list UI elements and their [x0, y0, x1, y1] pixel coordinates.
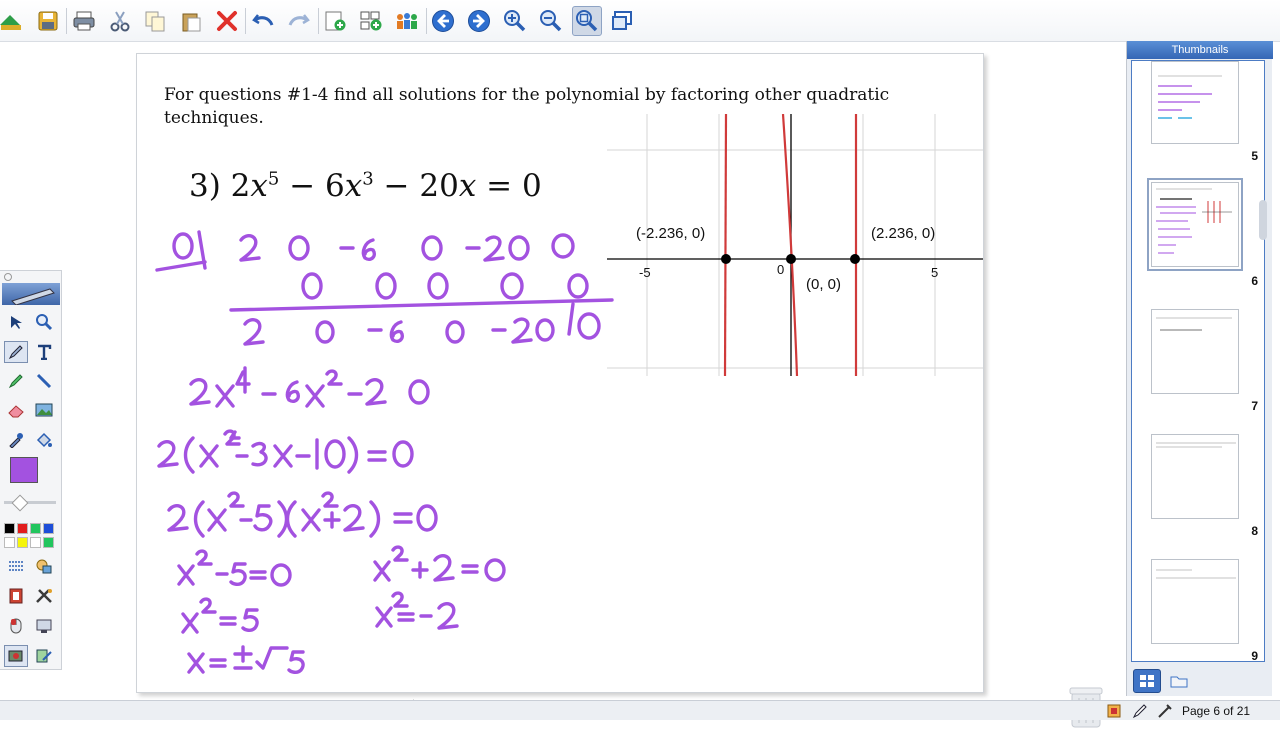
status-bar: Page 6 of 21	[0, 700, 1280, 720]
handwriting-ink	[155, 230, 614, 674]
pen-preview-icon	[2, 283, 60, 306]
thumbnail-number: 7	[1251, 399, 1258, 413]
text-tool-icon[interactable]	[32, 341, 56, 363]
color-palette[interactable]	[4, 523, 58, 551]
capture-tool-icon[interactable]	[4, 645, 28, 667]
pen-tool-icon[interactable]	[4, 341, 28, 363]
copy-icon[interactable]	[140, 6, 170, 36]
record-status-icon[interactable]	[1107, 704, 1121, 723]
undo-icon[interactable]	[248, 6, 278, 36]
add-slide-icon[interactable]	[356, 6, 386, 36]
thumbnail-page-8[interactable]	[1151, 434, 1239, 519]
screen-shade-icon[interactable]	[32, 615, 56, 637]
file-browser-tab-icon[interactable]	[1165, 669, 1193, 693]
highlighter-tool-icon[interactable]	[4, 370, 28, 392]
zoom-fit-icon[interactable]	[572, 6, 602, 36]
fill-tool-icon[interactable]	[32, 429, 56, 451]
tools-status-icon[interactable]	[1157, 703, 1173, 724]
attachment-tool-icon[interactable]	[32, 645, 56, 667]
color-swatch[interactable]	[43, 523, 54, 534]
current-color-swatch[interactable]	[10, 457, 38, 483]
tools-palette	[0, 270, 62, 670]
image-tool-icon[interactable]	[32, 399, 56, 421]
thumbnail-number: 8	[1251, 524, 1258, 538]
color-swatch[interactable]	[17, 537, 28, 548]
eyedropper-tool-icon[interactable]	[4, 429, 28, 451]
mouse-tool-icon[interactable]	[4, 615, 28, 637]
forward-icon[interactable]	[464, 6, 494, 36]
thumbnails-list[interactable]: 5 6 7 8 9	[1131, 60, 1265, 662]
delete-icon[interactable]	[212, 6, 242, 36]
notebook-page[interactable]: For questions #1-4 find all solutions fo…	[136, 53, 984, 693]
record-tool-icon[interactable]	[4, 585, 28, 607]
select-arrow-icon[interactable]	[4, 311, 28, 333]
thumbnail-page-5[interactable]	[1151, 61, 1239, 144]
thumbnails-panel: Thumbnails 5 6 7 8 9	[1126, 41, 1273, 696]
magnifier-tool-icon[interactable]	[32, 311, 56, 333]
pen-status-icon[interactable]	[1132, 703, 1148, 724]
color-swatch[interactable]	[43, 537, 54, 548]
palette-close-icon[interactable]	[4, 273, 12, 281]
color-swatch[interactable]	[4, 537, 15, 548]
thumbnail-number: 6	[1251, 274, 1258, 288]
thumbnail-page-7[interactable]	[1151, 309, 1239, 394]
thumbnails-header: Thumbnails	[1127, 41, 1273, 59]
thumbnail-scrollbar[interactable]	[1259, 200, 1267, 240]
add-page-icon[interactable]	[320, 6, 350, 36]
main-toolbar	[0, 0, 1280, 42]
zoom-in-icon[interactable]	[500, 6, 530, 36]
color-swatch[interactable]	[30, 523, 41, 534]
side-panel-tabs	[1131, 667, 1265, 695]
opacity-slider-handle[interactable]	[11, 494, 29, 512]
thumbnail-number: 5	[1251, 149, 1258, 163]
zoom-out-icon[interactable]	[536, 6, 566, 36]
shapes-tool-icon[interactable]	[32, 555, 56, 577]
thumbnail-page-9[interactable]	[1151, 559, 1239, 644]
page-indicator: Page 6 of 21	[1182, 704, 1251, 718]
screen-capture-icon[interactable]	[608, 6, 638, 36]
paste-icon[interactable]	[176, 6, 206, 36]
eraser-tool-icon[interactable]	[4, 399, 28, 421]
cut-icon[interactable]	[105, 6, 135, 36]
thumbnails-tab-icon[interactable]	[1133, 669, 1161, 693]
thumbnail-page-6[interactable]	[1147, 178, 1243, 271]
workspace: For questions #1-4 find all solutions fo…	[0, 43, 1124, 728]
line-tool-icon[interactable]	[32, 370, 56, 392]
line-style-icon[interactable]	[4, 555, 28, 577]
color-swatch[interactable]	[17, 523, 28, 534]
thumbnail-number: 9	[1251, 649, 1258, 662]
share-icon[interactable]	[392, 6, 422, 36]
open-icon[interactable]	[0, 6, 26, 36]
print-icon[interactable]	[69, 6, 99, 36]
back-icon[interactable]	[428, 6, 458, 36]
tools-settings-icon[interactable]	[32, 585, 56, 607]
color-swatch[interactable]	[4, 523, 15, 534]
save-icon[interactable]	[33, 6, 63, 36]
color-swatch[interactable]	[30, 537, 41, 548]
redo-icon[interactable]	[284, 6, 314, 36]
